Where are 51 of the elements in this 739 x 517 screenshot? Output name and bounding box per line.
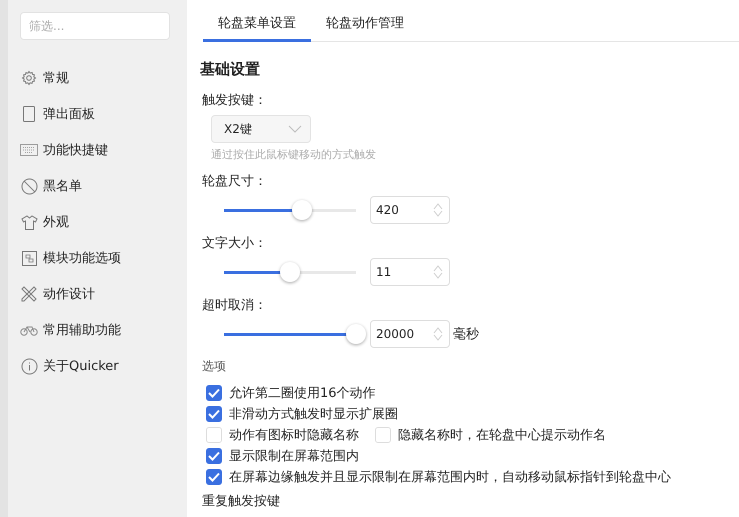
checkbox[interactable] bbox=[206, 448, 222, 464]
checkbox-label: 动作有图标时隐藏名称 bbox=[229, 427, 359, 444]
unit-label: 毫秒 bbox=[453, 326, 479, 343]
slider-thumb[interactable] bbox=[280, 262, 300, 282]
field-label: 触发按键： bbox=[202, 92, 268, 109]
gear-icon bbox=[21, 70, 37, 86]
info-icon bbox=[20, 358, 38, 374]
tab[interactable]: 轮盘菜单设置 bbox=[203, 8, 311, 42]
checkbox-label: 允许第二圈使用16个动作 bbox=[229, 385, 376, 402]
slider-thumb[interactable] bbox=[346, 324, 366, 344]
sidebar-item[interactable]: 外观 bbox=[43, 213, 69, 231]
sidebar-item[interactable]: 动作设计 bbox=[43, 285, 95, 303]
bicycle-icon bbox=[20, 324, 38, 336]
number-field[interactable]: 11 bbox=[370, 258, 450, 286]
section-title: 基础设置 bbox=[200, 60, 261, 79]
tab[interactable]: 轮盘动作管理 bbox=[311, 8, 419, 42]
sidebar-item[interactable]: 功能快捷键 bbox=[43, 141, 108, 159]
field-label: 轮盘尺寸： bbox=[202, 173, 268, 190]
rectangle-icon bbox=[23, 106, 35, 122]
number-field[interactable]: 420 bbox=[370, 196, 450, 224]
filter-field[interactable]: 筛选... bbox=[20, 12, 170, 40]
ban-icon bbox=[20, 178, 38, 194]
spinner-icon bbox=[433, 326, 443, 342]
hint-text: 通过按住此鼠标键移动的方式触发 bbox=[211, 147, 377, 162]
field-label: 文字大小： bbox=[202, 235, 268, 252]
shirt-icon bbox=[20, 214, 38, 230]
checkbox-label: 隐藏名称时，在轮盘中心提示动作名 bbox=[398, 427, 606, 444]
checkbox[interactable] bbox=[206, 385, 222, 401]
checkbox-label: 非滑动方式触发时显示扩展圈 bbox=[229, 406, 398, 423]
checkbox-label: 在屏幕边缘触发并且显示限制在屏幕范围内时，自动移动鼠标指针到轮盘中心 bbox=[229, 469, 671, 486]
keyboard-icon bbox=[20, 144, 38, 156]
sidebar-item[interactable]: 常用辅助功能 bbox=[43, 321, 121, 339]
slider-thumb[interactable] bbox=[292, 200, 312, 220]
field-label: 超时取消： bbox=[202, 297, 268, 314]
sidebar-item[interactable]: 关于Quicker bbox=[43, 357, 119, 375]
field-label: 重复触发按键 bbox=[202, 493, 281, 510]
pencil-ruler-icon bbox=[20, 285, 38, 303]
chevron-down-icon bbox=[288, 125, 302, 133]
checkbox[interactable] bbox=[206, 469, 222, 485]
sidebar-item[interactable]: 模块功能选项 bbox=[43, 249, 121, 267]
sidebar-item[interactable]: 弹出面板 bbox=[43, 105, 95, 123]
module-icon bbox=[22, 250, 36, 266]
number-field[interactable]: 20000 bbox=[370, 320, 450, 348]
spinner-icon bbox=[433, 202, 443, 218]
dropdown[interactable]: X2键 bbox=[211, 115, 311, 143]
checkbox-label: 显示限制在屏幕范围内 bbox=[229, 448, 359, 465]
sidebar-item[interactable]: 常规 bbox=[43, 69, 69, 87]
sidebar-item[interactable]: 黑名单 bbox=[43, 177, 82, 195]
group-title: 选项 bbox=[202, 358, 227, 375]
spinner-icon bbox=[433, 264, 443, 280]
checkbox[interactable] bbox=[206, 406, 222, 422]
